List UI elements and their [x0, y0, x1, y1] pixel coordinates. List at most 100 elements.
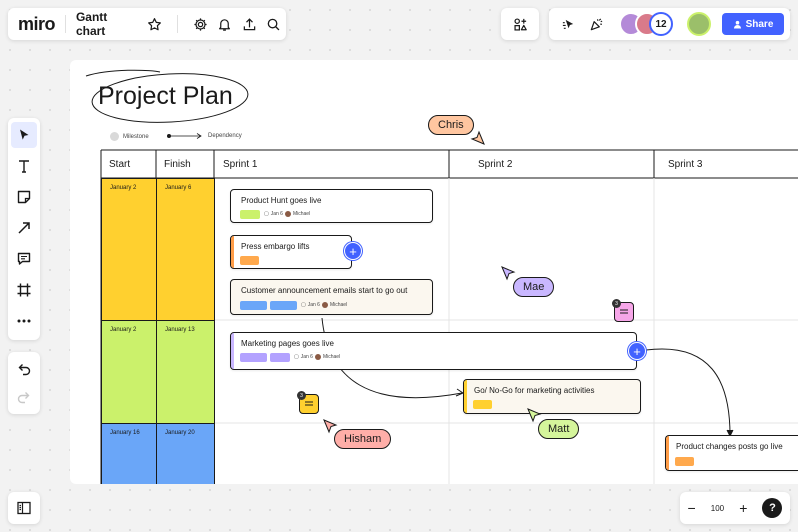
cursor-pointer-icon: [527, 408, 542, 423]
zoom-out-button[interactable]: −: [688, 500, 696, 516]
sticky-note-tool[interactable]: [11, 184, 37, 210]
frame-icon: [17, 283, 31, 297]
comment-thread[interactable]: 3: [297, 391, 319, 414]
more-tools-button[interactable]: [11, 308, 37, 334]
toolbar-divider: [65, 15, 66, 33]
cursor-follow-icon[interactable]: [555, 11, 581, 37]
zoom-level[interactable]: 100: [711, 504, 724, 513]
zoom-in-button[interactable]: +: [739, 500, 747, 516]
board-name[interactable]: Gantt chart: [76, 10, 136, 38]
cursor-pointer-icon: [501, 266, 516, 281]
board-toolbar: miro Gantt chart: [8, 8, 286, 40]
shapes-apps-icon[interactable]: [507, 11, 533, 37]
task-owner: Michael: [322, 354, 341, 360]
search-icon[interactable]: [261, 11, 286, 37]
upload-icon[interactable]: [237, 11, 262, 37]
creation-toolbar: [8, 118, 40, 340]
task-meta: ▢ Jan 6 Michael: [294, 354, 340, 360]
task-title: Go/ No-Go for marketing activities: [474, 386, 595, 395]
task-title: Product Hunt goes live: [241, 196, 322, 205]
task-accent-bar: [231, 333, 234, 369]
share-button[interactable]: Share: [722, 13, 784, 35]
status-chip: [270, 353, 290, 362]
comment-thread[interactable]: 3: [612, 299, 634, 322]
task-accent-bar: [231, 236, 234, 268]
status-chip: [240, 353, 267, 362]
task-meta: ▢ Jan 6 Michael: [264, 211, 310, 217]
frame-tool[interactable]: [11, 277, 37, 303]
cursor-label-chris: Chris: [428, 115, 474, 135]
toolbar-divider: [176, 15, 178, 33]
task-card-customer-emails[interactable]: Customer announcement emails start to go…: [230, 279, 433, 315]
connection-line-tool[interactable]: [11, 215, 37, 241]
task-title: Product changes posts go live: [676, 442, 783, 451]
calendar-icon: ▢: [294, 354, 299, 360]
collaboration-panel: 12 Share: [549, 8, 790, 40]
status-chip: [675, 457, 694, 466]
bell-icon[interactable]: [212, 11, 237, 37]
more-dots-icon: [17, 319, 31, 323]
owner-avatar: [284, 211, 291, 217]
board-sidebar-toggle[interactable]: [8, 492, 40, 524]
history-toolbar: [8, 352, 40, 414]
celebrate-icon[interactable]: [583, 11, 609, 37]
task-title: Customer announcement emails start to go…: [241, 286, 408, 295]
task-owner: Michael: [292, 211, 311, 217]
task-meta: ▢ Jan 6 Michael: [301, 302, 347, 308]
cursor-label-matt: Matt: [538, 419, 580, 439]
status-chip: [240, 256, 259, 265]
task-card-press-embargo[interactable]: Press embargo lifts: [230, 235, 352, 269]
cursor-pointer-icon: [470, 130, 485, 145]
owner-avatar: [314, 354, 321, 360]
calendar-icon: ▢: [301, 302, 306, 308]
task-card-product-changes[interactable]: Product changes posts go live: [665, 435, 798, 471]
comment-tool[interactable]: [11, 246, 37, 272]
zoom-controls: − 100 + ?: [680, 492, 790, 524]
task-title: Press embargo lifts: [241, 242, 310, 251]
sticky-note-icon: [17, 190, 31, 204]
calendar-icon: ▢: [264, 211, 269, 217]
undo-icon: [18, 363, 31, 375]
user-avatar[interactable]: [687, 12, 711, 36]
participants-count-badge[interactable]: 12: [649, 12, 673, 36]
add-dependency-button[interactable]: +: [628, 342, 646, 360]
task-accent-bar: [666, 436, 669, 470]
comment-count-badge: 3: [612, 299, 621, 308]
text-tool[interactable]: [11, 153, 37, 179]
status-chip: [240, 210, 260, 219]
task-card-product-hunt[interactable]: Product Hunt goes live ▢ Jan 6 Michael: [230, 189, 433, 223]
user-icon: [733, 20, 741, 29]
owner-avatar: [321, 302, 328, 308]
task-card-go-no-go[interactable]: Go/ No-Go for marketing activities: [463, 379, 641, 414]
undo-button[interactable]: [11, 357, 37, 381]
task-due-date: Jan 6: [307, 302, 320, 308]
comment-icon: [17, 252, 31, 265]
arrow-line-icon: [18, 222, 30, 234]
help-button[interactable]: ?: [762, 498, 783, 518]
star-icon[interactable]: [142, 11, 167, 37]
task-owner: Michael: [329, 302, 348, 308]
comment-lines-icon: [305, 401, 313, 406]
status-chip: [270, 301, 297, 310]
miro-logo[interactable]: miro: [18, 14, 56, 35]
pointer-icon: [20, 129, 29, 140]
cursor-label-hisham: Hisham: [334, 429, 392, 449]
text-icon: [19, 160, 29, 173]
status-chip: [240, 301, 267, 310]
task-due-date: Jan 6: [300, 354, 313, 360]
task-accent-bar: [464, 380, 467, 413]
add-task-button[interactable]: +: [344, 242, 362, 260]
task-card-marketing-pages[interactable]: Marketing pages goes live ▢ Jan 6 Michae…: [230, 332, 637, 370]
comment-lines-icon: [620, 309, 628, 314]
task-due-date: Jan 6: [270, 211, 283, 217]
settings-gear-icon[interactable]: [188, 11, 213, 37]
share-label: Share: [745, 18, 774, 30]
comment-count-badge: 3: [297, 391, 306, 400]
select-tool[interactable]: [11, 122, 37, 148]
cursor-label-mae: Mae: [513, 277, 555, 297]
sidebar-panel-icon: [17, 501, 31, 515]
redo-button[interactable]: [11, 386, 37, 410]
redo-icon: [17, 392, 30, 404]
project-plan-frame[interactable]: Project Plan Milestone Dependency Start …: [70, 60, 798, 484]
apps-panel: [501, 8, 539, 40]
